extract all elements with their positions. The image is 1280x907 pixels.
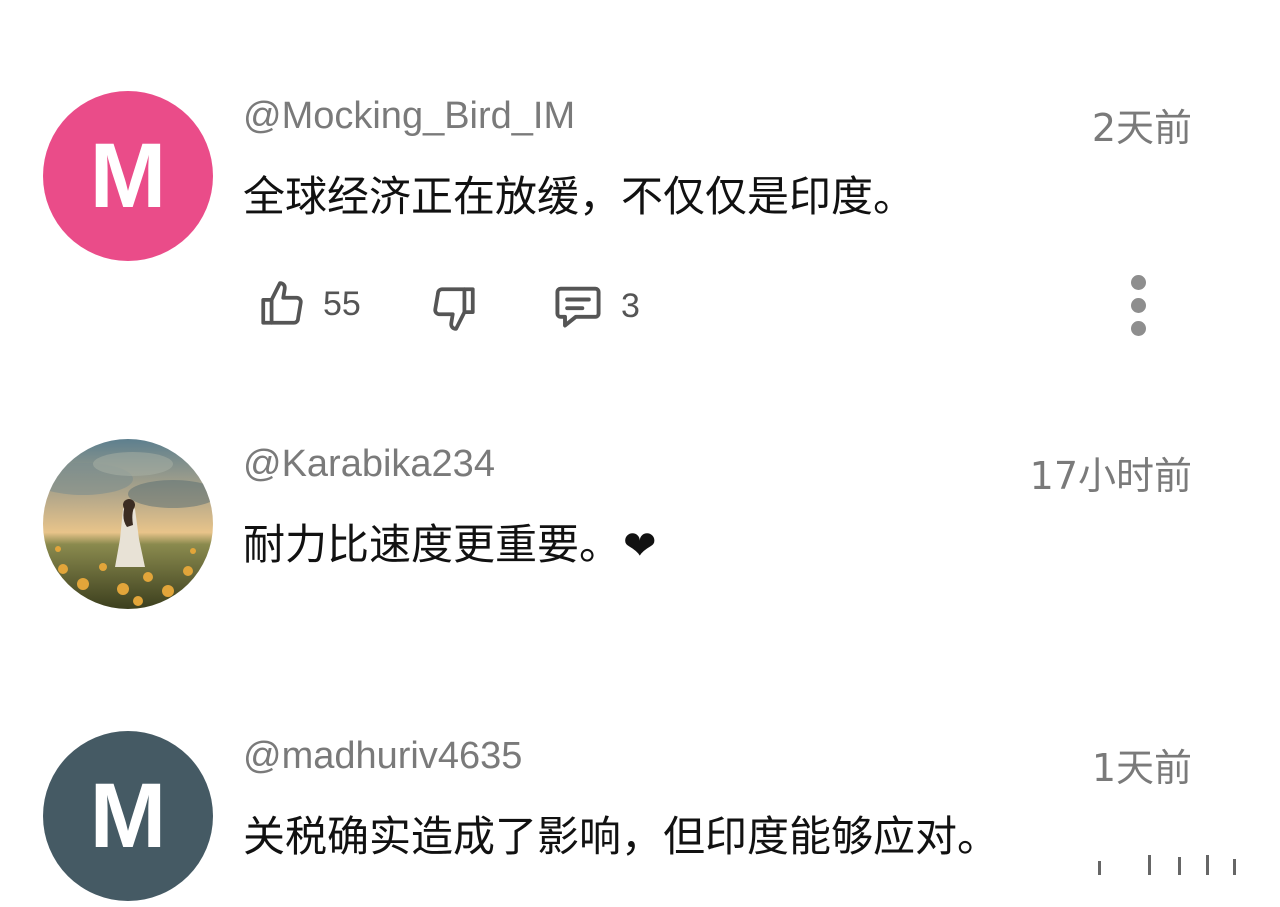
avatar-letter: M [89, 765, 167, 867]
comment-username[interactable]: @Karabika234 [243, 443, 495, 486]
comment-text: 全球经济正在放缓，不仅仅是印度。 [243, 172, 916, 221]
like-count: 55 [323, 284, 361, 323]
comment-text-content: 耐力比速度更重要。 [243, 520, 622, 569]
comment-time: 17小时前 [1029, 454, 1192, 498]
reply-button[interactable]: 3 [551, 280, 640, 332]
reply-count: 3 [621, 286, 640, 325]
comment-time: 2天前 [1091, 106, 1192, 150]
comment-username[interactable]: @Mocking_Bird_IM [243, 95, 575, 138]
thumbs-up-icon [261, 281, 303, 325]
like-button[interactable]: 55 [257, 278, 361, 330]
avatar[interactable] [43, 439, 213, 609]
avatar[interactable]: M [43, 91, 213, 261]
more-vertical-icon [1123, 275, 1153, 336]
avatar-letter: M [89, 125, 167, 227]
watermark [1088, 847, 1258, 885]
thumbs-down-icon [433, 287, 475, 331]
comment-username[interactable]: @madhuriv4635 [243, 735, 522, 778]
avatar-image [43, 439, 213, 609]
comment-actions: 55 3 [243, 270, 1203, 340]
comment-text: 关税确实造成了影响，但印度能够应对。 [243, 812, 1000, 861]
heart-emoji: ❤ [623, 523, 657, 569]
comment-time: 1天前 [1091, 746, 1192, 790]
comment-text: 耐力比速度更重要。❤ [243, 511, 657, 572]
comment-icon [555, 286, 601, 328]
avatar[interactable]: M [43, 731, 213, 901]
dislike-button[interactable] [429, 282, 479, 334]
more-options-button[interactable] [1123, 275, 1153, 339]
